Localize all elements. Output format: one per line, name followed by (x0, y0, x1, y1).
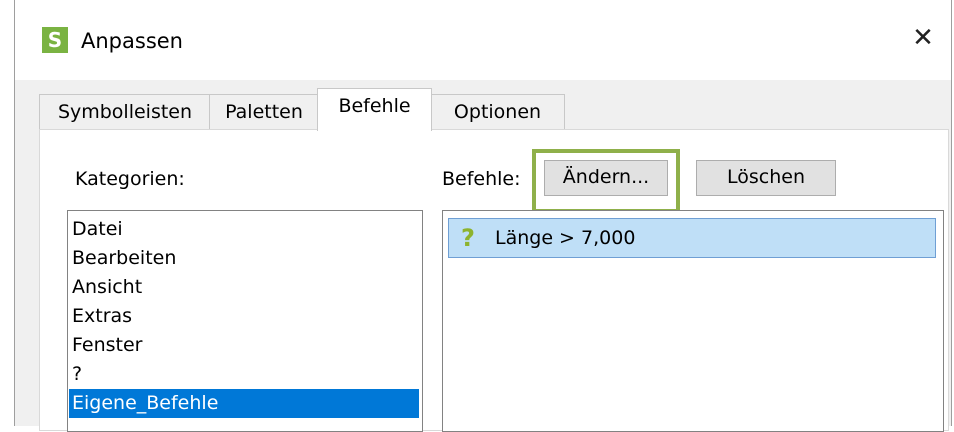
customize-dialog: S Anpassen ✕ Symbolleisten Paletten Befe… (14, 0, 952, 432)
category-item-eigene-befehle[interactable]: Eigene_Befehle (69, 389, 419, 418)
delete-button[interactable]: Löschen (696, 160, 836, 196)
category-item-extras[interactable]: Extras (72, 302, 132, 331)
window-title: Anpassen (81, 29, 183, 53)
category-item-help[interactable]: ? (72, 360, 82, 389)
command-row-selected[interactable]: ? Länge > 7,000 (448, 218, 936, 258)
categories-label: Kategorien: (75, 168, 185, 190)
question-icon: ? (461, 224, 475, 252)
category-item-datei[interactable]: Datei (72, 215, 123, 244)
tab-optionen[interactable]: Optionen (430, 94, 565, 129)
category-item-bearbeiten[interactable]: Bearbeiten (72, 244, 176, 273)
befehle-panel: Kategorien: Datei Bearbeiten Ansicht Ext… (39, 129, 949, 432)
tab-symbolleisten[interactable]: Symbolleisten (39, 94, 211, 129)
tab-paletten[interactable]: Paletten (209, 94, 319, 129)
command-label: Länge > 7,000 (495, 227, 636, 249)
change-button[interactable]: Ändern... (544, 160, 668, 196)
title-bar: S Anpassen ✕ (15, 0, 951, 80)
commands-list[interactable]: ? Länge > 7,000 (442, 210, 944, 432)
category-item-fenster[interactable]: Fenster (72, 331, 142, 360)
tab-befehle[interactable]: Befehle (317, 88, 432, 131)
category-item-ansicht[interactable]: Ansicht (72, 273, 142, 302)
app-logo-icon: S (42, 27, 68, 53)
close-icon[interactable]: ✕ (907, 22, 939, 54)
commands-label: Befehle: (442, 168, 521, 190)
categories-list[interactable]: Datei Bearbeiten Ansicht Extras Fenster … (67, 210, 423, 432)
